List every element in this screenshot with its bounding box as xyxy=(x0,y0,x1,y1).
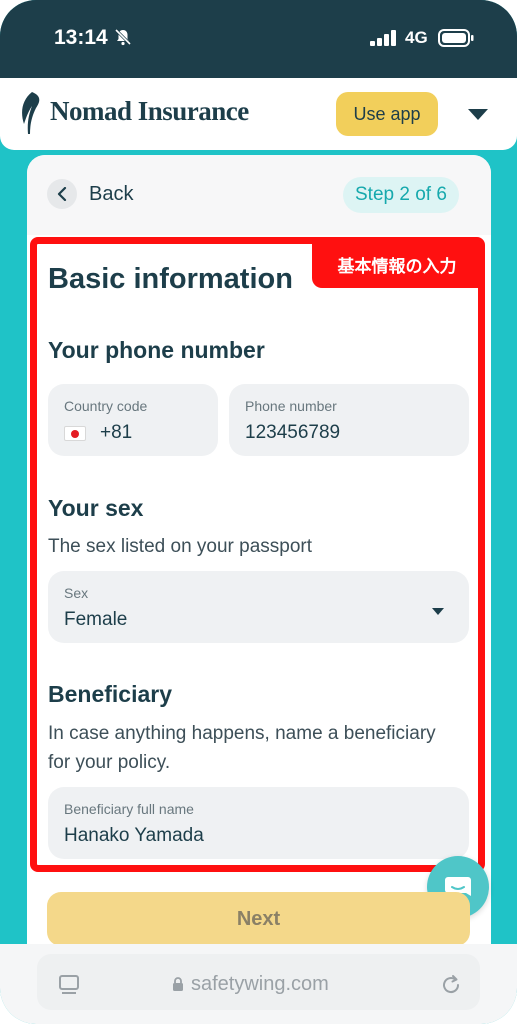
bell-off-icon xyxy=(114,28,132,51)
back-button[interactable]: Back xyxy=(47,179,133,209)
use-app-button[interactable]: Use app xyxy=(336,92,438,136)
back-label: Back xyxy=(89,182,134,205)
page-title: Basic information xyxy=(48,263,293,295)
chevron-down-icon[interactable] xyxy=(467,108,489,127)
country-code-value: +81 xyxy=(100,422,133,443)
battery-icon xyxy=(438,29,474,52)
beneficiary-name-label: Beneficiary full name xyxy=(64,801,194,817)
sex-help-text: The sex listed on your passport xyxy=(48,536,313,557)
status-time: 13:14 xyxy=(54,26,108,49)
annotation-label: 基本情報の入力 xyxy=(312,240,482,288)
app-header: Nomad Insurance Use app xyxy=(0,78,517,150)
url-text[interactable]: safetywing.com xyxy=(191,973,329,996)
lock-icon xyxy=(172,976,184,997)
tabs-icon[interactable] xyxy=(58,974,80,1001)
step-badge: Step 2 of 6 xyxy=(343,177,459,213)
sex-heading: Your sex xyxy=(48,495,144,521)
phone-screen: 13:14 4G Nomad Insurance Use app Back St… xyxy=(0,0,517,1024)
country-code-select[interactable]: Country code +81 xyxy=(48,384,218,456)
beneficiary-help-text: In case anything happens, name a benefic… xyxy=(48,723,436,773)
sex-select[interactable]: Sex Female xyxy=(48,571,469,643)
phone-number-value: 123456789 xyxy=(245,422,341,443)
japan-flag-icon xyxy=(64,426,86,441)
browser-bar: safetywing.com xyxy=(0,944,517,1024)
status-bar: 13:14 4G xyxy=(0,0,517,78)
chevron-left-icon xyxy=(47,179,77,209)
beneficiary-heading: Beneficiary xyxy=(48,681,173,707)
country-code-label: Country code xyxy=(64,398,148,414)
nav-row: Back Step 2 of 6 xyxy=(27,155,491,235)
signal-icon xyxy=(370,30,398,51)
phone-number-input[interactable]: Phone number 123456789 xyxy=(229,384,469,456)
next-button[interactable]: Next xyxy=(47,892,470,946)
phone-heading: Your phone number xyxy=(48,337,265,363)
reload-icon[interactable] xyxy=(440,974,462,1001)
caret-down-icon xyxy=(431,603,445,621)
sex-value: Female xyxy=(64,609,128,630)
sex-label: Sex xyxy=(64,585,89,601)
beneficiary-name-input[interactable]: Beneficiary full name Hanako Yamada xyxy=(48,787,469,859)
feather-logo-icon[interactable] xyxy=(18,90,46,143)
brand-name[interactable]: Nomad Insurance xyxy=(50,96,249,127)
beneficiary-name-value: Hanako Yamada xyxy=(64,825,204,846)
network-type: 4G xyxy=(405,28,428,47)
phone-number-label: Phone number xyxy=(245,398,337,414)
